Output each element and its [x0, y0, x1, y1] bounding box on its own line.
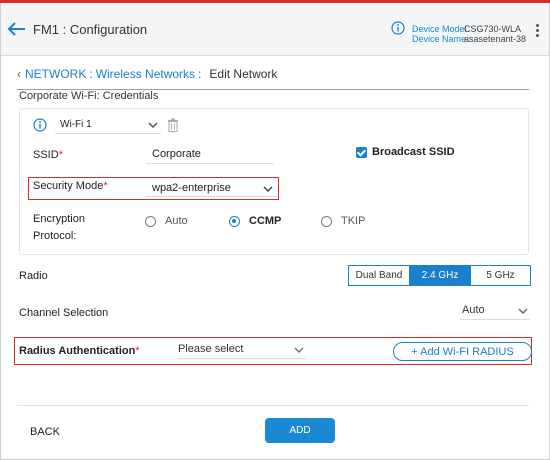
info-icon: [33, 118, 47, 132]
info-icon: [391, 21, 405, 35]
broadcast-ssid-label: Broadcast SSID: [372, 146, 455, 158]
encryption-option-tkip[interactable]: TKIP: [321, 215, 365, 227]
breadcrumb-separator: :: [89, 67, 93, 81]
ssid-field-value: Corporate: [152, 148, 201, 160]
radio-selected-icon[interactable]: [229, 215, 240, 227]
encryption-option-label: TKIP: [341, 215, 366, 227]
radio-icon[interactable]: [145, 215, 156, 227]
security-mode-value: wpa2-enterprise: [152, 182, 231, 194]
chevron-down-icon[interactable]: [518, 308, 528, 314]
chevron-down-icon[interactable]: [294, 347, 304, 353]
breadcrumb-network[interactable]: NETWORK: [25, 67, 86, 81]
chevron-down-icon[interactable]: [263, 186, 273, 192]
device-model-label: Device Model: [412, 24, 467, 34]
chevron-left-icon[interactable]: ‹: [17, 67, 21, 81]
more-options-icon[interactable]: [531, 24, 543, 38]
channel-selection-label: Channel Selection: [19, 307, 109, 319]
trash-icon[interactable]: [167, 118, 179, 132]
back-button[interactable]: BACK: [30, 426, 60, 438]
device-values: CSG730-WLA asasetenant-38: [464, 24, 526, 44]
section-title: Corporate Wi-Fi: Credentials: [19, 90, 159, 102]
encryption-option-label: CCMP: [249, 215, 282, 227]
add-wifi-radius-button[interactable]: + Add Wi-FI RADIUS: [393, 342, 532, 361]
encryption-option-ccmp[interactable]: CCMP: [229, 215, 281, 227]
breadcrumb-current: Edit Network: [209, 67, 278, 81]
band-5ghz[interactable]: 5 GHz: [471, 265, 531, 286]
chevron-down-icon[interactable]: [148, 122, 158, 128]
radio-icon[interactable]: [321, 215, 332, 227]
band-2-4ghz[interactable]: 2.4 GHz: [410, 265, 471, 286]
checkbox-checked-icon[interactable]: [356, 146, 367, 158]
radio-band-toggle: Dual Band 2.4 GHz 5 GHz: [348, 265, 531, 286]
radius-select[interactable]: Please select: [178, 343, 306, 359]
encryption-protocol-label: Encryption Protocol:: [33, 213, 85, 242]
encryption-option-label: Auto: [165, 215, 188, 227]
add-button[interactable]: ADD: [265, 418, 335, 443]
security-mode-select[interactable]: wpa2-enterprise: [146, 181, 278, 197]
radius-select-placeholder: Please select: [178, 343, 244, 355]
back-arrow-icon[interactable]: [8, 22, 26, 36]
device-name-value: asasetenant-38: [464, 34, 527, 44]
broadcast-ssid-checkbox[interactable]: Broadcast SSID: [356, 146, 455, 158]
band-dual[interactable]: Dual Band: [348, 265, 410, 286]
breadcrumb-wireless-networks[interactable]: Wireless Networks: [96, 67, 195, 81]
divider: [17, 405, 529, 406]
radio-label: Radio: [19, 270, 48, 282]
device-labels: Device Model Device Name :: [412, 24, 471, 44]
page-title: FM1 : Configuration: [33, 22, 148, 37]
device-name-label: Device Name :: [412, 34, 472, 44]
ssid-field[interactable]: Corporate: [146, 147, 274, 164]
security-mode-label: Security Mode*: [33, 180, 108, 192]
device-model-value: CSG730-WLA: [464, 24, 522, 34]
breadcrumb-separator: :: [198, 67, 202, 81]
breadcrumb: ‹ NETWORK: Wireless Networks: Edit Network: [17, 67, 277, 81]
wifi-selector[interactable]: Wi-Fi 1: [55, 116, 161, 134]
radius-authentication-label: Radius Authentication*: [19, 345, 140, 357]
channel-select-value: Auto: [462, 304, 485, 316]
header-bar: FM1 : Configuration Device Model Device …: [1, 4, 549, 56]
ssid-label: SSID*: [33, 149, 63, 161]
encryption-option-auto[interactable]: Auto: [145, 215, 188, 227]
wifi-selector-value: Wi-Fi 1: [60, 119, 92, 130]
